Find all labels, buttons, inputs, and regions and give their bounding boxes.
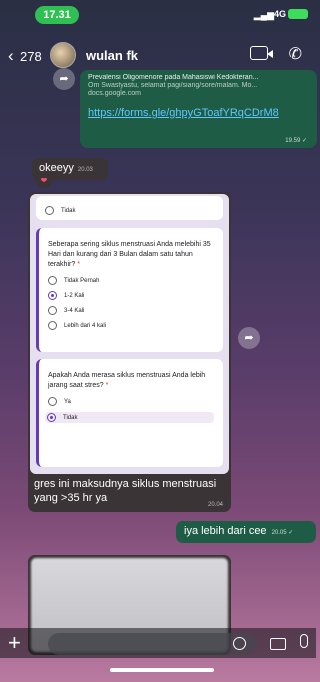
form-option: 3-4 Kali — [64, 307, 85, 314]
outgoing-link-message[interactable]: Prevalensi Oligomenore pada Mahasiswi Ke… — [80, 70, 317, 148]
form-option: Ya — [64, 398, 71, 405]
radio-selected-icon — [47, 413, 56, 422]
signal-icon: ▂▄▆ — [253, 10, 274, 20]
radio-icon — [48, 306, 57, 315]
form-question: Seberapa sering siklus menstruasi Anda m… — [48, 241, 211, 268]
link-preview-title: Prevalensi Oligomenore pada Mahasiswi Ke… — [88, 74, 259, 81]
form-option: 1-2 Kali — [64, 292, 85, 299]
video-call-icon[interactable] — [250, 46, 273, 60]
forward-icon[interactable]: ➦ — [238, 327, 260, 349]
link-preview-description: Om Swastyastu, selamat pagi/siang/sore/m… — [88, 82, 258, 89]
phone-call-icon[interactable]: ✆ — [289, 44, 302, 64]
status-time: 17.31 — [35, 6, 79, 24]
message-text: okeeyy — [39, 162, 74, 174]
outgoing-message-reply[interactable]: iya lebih dari cee 20.05 ✓ — [176, 521, 316, 543]
radio-icon — [45, 206, 54, 215]
form-question-card: Apakah Anda merasa siklus menstruasi And… — [36, 359, 223, 467]
radio-icon — [48, 321, 57, 330]
form-option: Lebih dari 4 kali — [64, 322, 107, 329]
unread-count[interactable]: 278 — [20, 49, 42, 64]
message-time: 20.03 — [77, 167, 93, 173]
form-question: Apakah Anda merasa siklus menstruasi And… — [48, 372, 206, 389]
back-chevron-icon[interactable]: ‹ — [8, 46, 14, 66]
message-composer: + — [0, 628, 316, 658]
radio-icon — [48, 397, 57, 406]
form-card: Tidak — [36, 196, 223, 220]
message-time: 20.04 — [207, 502, 223, 508]
link-preview-domain: docs.google.com — [88, 90, 141, 97]
camera-icon[interactable] — [270, 638, 286, 650]
radio-selected-icon — [48, 291, 57, 300]
form-option: Tidak — [61, 207, 76, 214]
home-indicator — [110, 668, 214, 672]
radio-icon — [48, 276, 57, 285]
form-option: Tidak Pernah — [64, 277, 100, 284]
message-text: iya lebih dari cee — [184, 525, 267, 537]
status-bar: 17.31 ▂▄▆ 4G — [0, 0, 316, 26]
form-option: Tidak — [63, 414, 78, 421]
message-input[interactable] — [48, 633, 257, 655]
attach-plus-icon[interactable]: + — [8, 630, 21, 656]
form-link[interactable]: https://forms.gle/ghpyGToafYRqCDrM8 — [88, 107, 309, 119]
sticker-icon[interactable] — [233, 637, 246, 650]
network-type: 4G — [273, 9, 286, 19]
forward-icon[interactable]: ➦ — [53, 68, 75, 90]
microphone-icon[interactable] — [300, 634, 308, 648]
heart-reaction-icon[interactable]: ❤ — [36, 174, 52, 188]
incoming-image-message[interactable]: Tidak Seberapa sering siklus menstruasi … — [28, 192, 231, 512]
avatar[interactable] — [50, 42, 76, 68]
contact-name[interactable]: wulan fk — [86, 48, 138, 63]
battery-icon — [288, 9, 308, 19]
message-time: 20.05 ✓ — [271, 530, 294, 536]
image-caption: gres ini maksudnya siklus menstruasi yan… — [34, 478, 217, 504]
chat-header: ‹ 278 wulan fk ✆ — [0, 40, 316, 72]
form-question-card: Seberapa sering siklus menstruasi Anda m… — [36, 228, 223, 352]
message-time: 19.59 ✓ — [285, 138, 307, 144]
form-screenshot-image[interactable]: Tidak Seberapa sering siklus menstruasi … — [30, 194, 229, 474]
